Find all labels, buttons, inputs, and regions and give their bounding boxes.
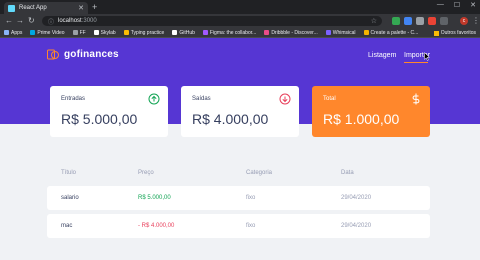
total-card-value: R$ 1.000,00 bbox=[323, 111, 400, 127]
bookmark-label: FF bbox=[79, 29, 86, 36]
table-row: salario R$ 5.000,00 fixo 29/04/2020 bbox=[47, 186, 430, 210]
bookmark-favicon-icon bbox=[363, 30, 369, 35]
row-date: 29/04/2020 bbox=[341, 195, 372, 201]
back-icon[interactable]: ← bbox=[5, 16, 13, 26]
bookmark-favicon-icon bbox=[93, 30, 99, 35]
bookmark-label: Create a palette - C... bbox=[370, 29, 419, 36]
table-row: mac - R$ 4.000,00 fixo 29/04/2020 bbox=[47, 214, 430, 238]
forward-icon[interactable]: → bbox=[16, 16, 24, 26]
bookmark-item[interactable]: GitHub bbox=[172, 30, 195, 36]
bookmark-label: Apps bbox=[11, 29, 23, 36]
browser-toolbar: ← → ↻ ⓘ localhost:3000 ☆ c ⋮ bbox=[0, 14, 480, 28]
bookmark-label: Whimsical bbox=[332, 29, 356, 36]
bookmark-favicon-icon bbox=[202, 30, 208, 35]
profile-avatar[interactable]: c bbox=[460, 17, 468, 25]
close-window-icon[interactable]: ✕ bbox=[470, 1, 476, 9]
table-header-category: Categoria bbox=[246, 170, 273, 176]
extension-icon[interactable] bbox=[416, 17, 424, 25]
nav-listing-link[interactable]: Listagem bbox=[368, 52, 396, 59]
app-header: gofinances Listagem Importar Entradas R$… bbox=[0, 38, 480, 137]
close-tab-icon[interactable]: ✕ bbox=[78, 5, 84, 12]
row-title: salario bbox=[61, 195, 79, 201]
arrow-down-circle-icon bbox=[279, 93, 291, 105]
total-card: Total R$ 1.000,00 bbox=[312, 86, 430, 137]
app-page: gofinances Listagem Importar Entradas R$… bbox=[0, 38, 480, 260]
arrow-up-circle-icon bbox=[148, 93, 160, 105]
info-icon[interactable]: ⓘ bbox=[48, 17, 54, 26]
url-text: localhost:3000 bbox=[58, 18, 97, 24]
bookmark-item[interactable]: Apps bbox=[4, 30, 22, 36]
bookmark-favicon-icon bbox=[172, 30, 178, 35]
react-favicon-icon bbox=[8, 4, 15, 12]
bookmark-item[interactable]: FF bbox=[72, 29, 86, 36]
gofinances-logo-icon bbox=[47, 49, 59, 60]
bookmarks-bar: Apps Prime Video FF Skylab Typing practice Gi… bbox=[0, 28, 480, 38]
bookmark-item[interactable]: Skylab bbox=[93, 29, 116, 36]
extension-icon[interactable] bbox=[392, 17, 400, 25]
bookmark-favicon-icon bbox=[30, 30, 36, 35]
bookmark-label: GitHub bbox=[179, 29, 195, 36]
row-title: mac bbox=[61, 223, 73, 229]
other-bookmarks[interactable]: Outros favoritos bbox=[433, 30, 476, 36]
extension-icon[interactable] bbox=[428, 17, 436, 25]
row-price: R$ 5.000,00 bbox=[138, 195, 171, 201]
table-header-price: Preço bbox=[138, 170, 154, 176]
logo-text: gofinances bbox=[64, 48, 119, 60]
row-date: 29/04/2020 bbox=[341, 223, 372, 229]
bookmark-item[interactable]: Figma: the collabor... bbox=[202, 29, 257, 36]
dollar-sign-icon bbox=[412, 93, 420, 105]
outcome-card: Saídas R$ 4.000,00 bbox=[181, 86, 299, 137]
app-logo[interactable]: gofinances bbox=[47, 48, 119, 60]
bookmark-item[interactable]: Whimsical bbox=[325, 29, 356, 36]
outcome-card-label: Saídas bbox=[192, 96, 211, 102]
bookmark-favicon-icon bbox=[325, 30, 331, 35]
bookmark-favicon-icon bbox=[72, 30, 78, 35]
bookmark-label: Prime Video bbox=[37, 29, 65, 36]
browser-tab[interactable]: React App ✕ bbox=[4, 2, 88, 14]
window-controls: — ☐ ✕ bbox=[437, 1, 476, 9]
folder-icon bbox=[433, 30, 439, 36]
outcome-card-value: R$ 4.000,00 bbox=[192, 111, 269, 127]
row-category: fixo bbox=[246, 223, 256, 229]
mouse-pointer-icon bbox=[424, 52, 430, 61]
table-header-title: Título bbox=[61, 170, 77, 176]
bookmark-item[interactable]: Typing practice bbox=[123, 29, 165, 36]
bookmark-label: Skylab bbox=[100, 29, 116, 36]
tab-title: React App bbox=[19, 5, 47, 11]
bookmark-star-icon[interactable]: ☆ bbox=[371, 17, 377, 25]
browser-menu-icon[interactable]: ⋮ bbox=[472, 16, 480, 26]
income-card: Entradas R$ 5.000,00 bbox=[50, 86, 168, 137]
income-card-label: Entradas bbox=[61, 96, 86, 102]
minimize-icon[interactable]: — bbox=[437, 1, 444, 9]
row-price: - R$ 4.000,00 bbox=[138, 223, 175, 229]
bookmark-label: Dribbble - Discover... bbox=[271, 29, 318, 36]
bookmark-favicon-icon bbox=[123, 30, 129, 35]
maximize-icon[interactable]: ☐ bbox=[454, 1, 460, 9]
bookmark-item[interactable]: Create a palette - C... bbox=[363, 29, 419, 36]
bookmark-item[interactable]: Prime Video bbox=[30, 29, 65, 36]
extension-icon[interactable] bbox=[404, 17, 412, 25]
table-header-date: Data bbox=[341, 170, 354, 176]
income-card-value: R$ 5.000,00 bbox=[61, 111, 138, 127]
total-card-label: Total bbox=[323, 96, 336, 102]
bookmark-favicon-icon bbox=[264, 30, 270, 35]
bookmark-label: Figma: the collabor... bbox=[209, 29, 257, 36]
reload-icon[interactable]: ↻ bbox=[28, 16, 35, 26]
new-tab-button[interactable]: + bbox=[92, 2, 97, 12]
nav-active-underline bbox=[404, 62, 428, 63]
bookmark-label: Typing practice bbox=[130, 29, 165, 36]
other-bookmarks-label: Outros favoritos bbox=[440, 30, 476, 36]
bookmark-item[interactable]: Dribbble - Discover... bbox=[264, 29, 318, 36]
bookmark-favicon-icon bbox=[4, 30, 9, 35]
browser-tabstrip: React App ✕ + — ☐ ✕ bbox=[0, 0, 480, 14]
extension-icon[interactable] bbox=[440, 17, 448, 25]
row-category: fixo bbox=[246, 195, 256, 201]
address-bar[interactable]: ⓘ localhost:3000 ☆ bbox=[42, 16, 382, 26]
